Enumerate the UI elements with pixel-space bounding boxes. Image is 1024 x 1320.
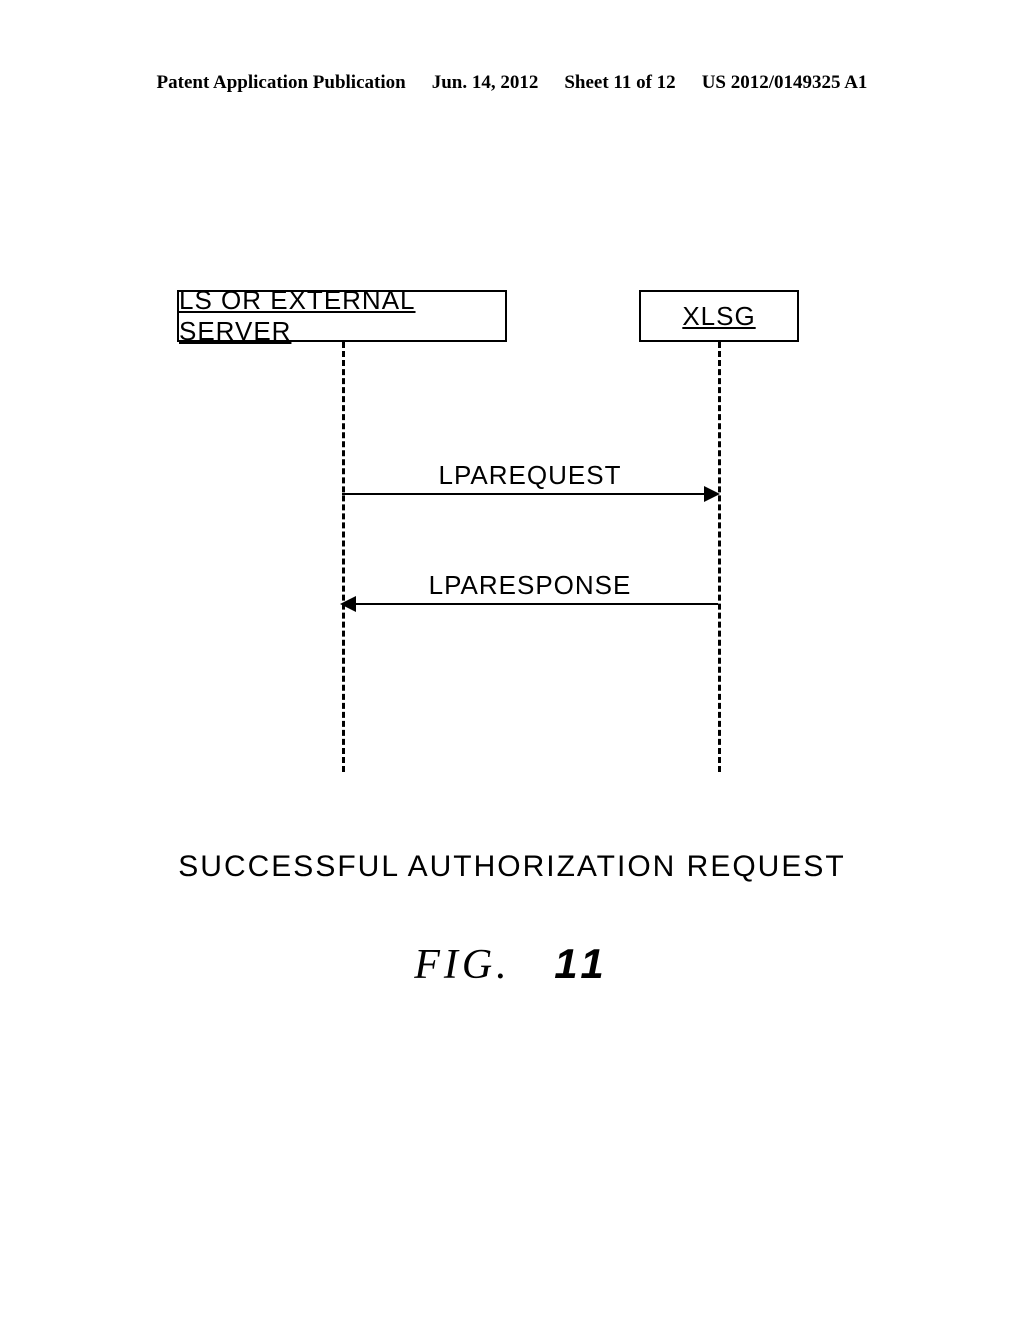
arrow-left-icon <box>342 603 718 605</box>
document-number: US 2012/0149325 A1 <box>702 72 868 94</box>
lifeline-headers: LS OR EXTERNAL SERVER XLSG <box>145 290 885 350</box>
diagram-caption: SUCCESSFUL AUTHORIZATION REQUEST <box>0 850 1024 884</box>
participant-xlsg: XLSG <box>639 290 799 342</box>
publication-date: Jun. 14, 2012 <box>432 72 539 94</box>
message-label: LPARESPONSE <box>342 570 718 601</box>
lifeline-ls-server <box>342 342 345 772</box>
arrow-right-icon <box>342 493 718 495</box>
message-lparesponse: LPARESPONSE <box>342 570 718 605</box>
patent-page: Patent Application Publication Jun. 14, … <box>0 0 1024 1320</box>
figure-label: FIG. 11 <box>0 940 1024 989</box>
figure-prefix: FIG. <box>414 942 510 988</box>
page-header: Patent Application Publication Jun. 14, … <box>0 72 1024 94</box>
message-lparequest: LPAREQUEST <box>342 460 718 495</box>
sheet-number: Sheet 11 of 12 <box>564 72 675 94</box>
publication-type: Patent Application Publication <box>157 72 406 94</box>
sequence-diagram: LS OR EXTERNAL SERVER XLSG LPAREQUEST LP… <box>145 290 885 810</box>
lifeline-xlsg <box>718 342 721 772</box>
message-label: LPAREQUEST <box>342 460 718 491</box>
participant-ls-server: LS OR EXTERNAL SERVER <box>177 290 507 342</box>
figure-number: 11 <box>554 940 610 987</box>
